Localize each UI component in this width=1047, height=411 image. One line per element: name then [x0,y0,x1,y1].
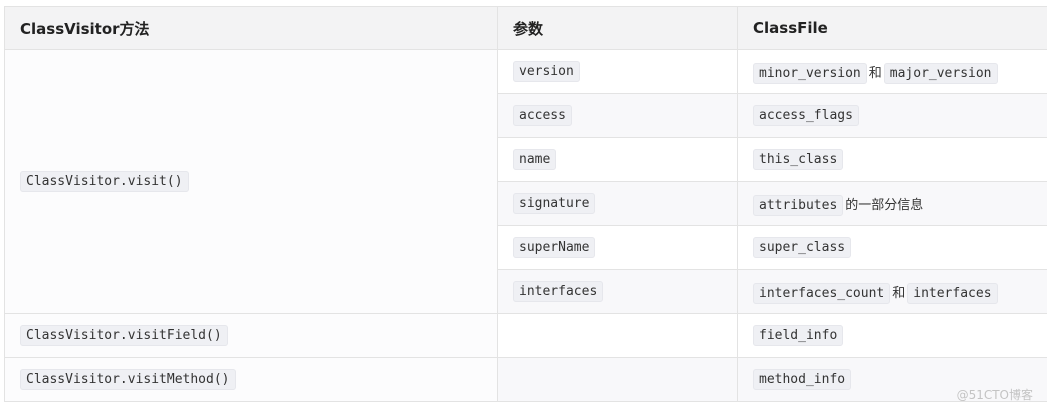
param-code: superName [513,237,596,258]
param-cell [497,357,738,402]
classfile-cell: this_class [737,137,1047,182]
classfile-text: 的一部分信息 [845,198,924,213]
param-code: signature [513,193,596,214]
param-code: access [513,105,572,126]
table-row: ClassVisitor.visitMethod() method_info [4,357,1047,402]
method-code: ClassVisitor.visitMethod() [20,369,236,390]
classfile-code: method_info [753,369,852,390]
classfile-cell: minor_version 和 major_version [737,49,1047,94]
method-cell: ClassVisitor.visitMethod() [4,357,498,402]
classfile-code: interfaces_count [753,283,891,304]
method-code: ClassVisitor.visitField() [20,325,228,346]
classfile-cell: field_info [737,313,1047,358]
header-param: 参数 [497,6,738,50]
param-cell: name [497,137,738,182]
classfile-cell: super_class [737,225,1047,270]
param-code: interfaces [513,281,604,302]
header-row: ClassVisitor方法 参数 ClassFile [4,6,1047,50]
classfile-text: 和 [892,286,906,301]
table-row: ClassVisitor.visit() version minor_versi… [4,49,1047,314]
header-method: ClassVisitor方法 [4,6,498,50]
classfile-code: major_version [883,63,998,84]
param-cell: version [497,49,738,94]
method-cell: ClassVisitor.visit() [4,49,498,314]
classfile-code: access_flags [753,105,859,126]
classfile-code: super_class [753,237,852,258]
param-cell: superName [497,225,738,270]
param-code: version [513,61,580,82]
param-cell: access [497,93,738,138]
watermark: @51CTO博客 [956,388,1033,402]
param-cell: signature [497,181,738,226]
classfile-code: interfaces [907,283,998,304]
classfile-cell: attributes 的一部分信息 [737,181,1047,226]
table-header: ClassVisitor方法 参数 ClassFile [4,6,1047,50]
param-cell [497,313,738,358]
header-classfile: ClassFile [737,6,1047,50]
table-body: ClassVisitor.visit() version minor_versi… [4,49,1047,402]
classfile-code: minor_version [753,63,867,84]
classfile-code: attributes [753,195,844,216]
mapping-table: ClassVisitor方法 参数 ClassFile ClassVisitor… [4,6,1047,402]
classfile-cell: access_flags [737,93,1047,138]
param-code: name [513,149,557,170]
classfile-cell: interfaces_count 和 interfaces [737,269,1047,314]
method-code: ClassVisitor.visit() [20,171,189,192]
classfile-code: this_class [753,149,844,170]
method-cell: ClassVisitor.visitField() [4,313,498,358]
classfile-text: 和 [868,66,882,81]
param-cell: interfaces [497,269,738,314]
table-row: ClassVisitor.visitField() field_info [4,313,1047,358]
classfile-code: field_info [753,325,844,346]
